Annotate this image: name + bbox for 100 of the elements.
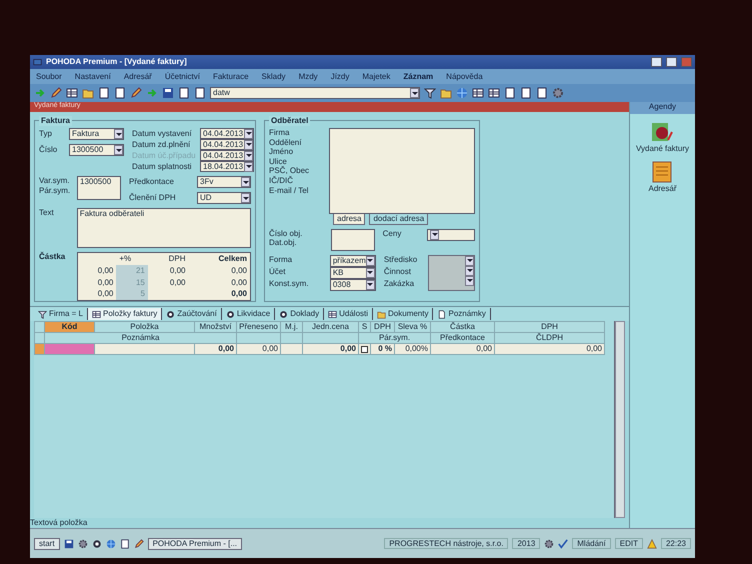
dropdown-button[interactable] [465,276,474,286]
sidebar-item[interactable]: Adresář [648,160,676,194]
gear-icon[interactable] [552,87,564,99]
task-button[interactable]: POHODA Premium - [... [148,538,242,550]
document-icon[interactable] [504,87,516,99]
date-field[interactable]: 04.04.2013 [200,128,254,139]
circle-icon [226,310,235,318]
document-icon[interactable] [536,87,548,99]
dropdown-button[interactable] [430,230,439,240]
accounting-combo[interactable]: 3Fv [197,176,251,188]
circle-icon[interactable] [92,538,102,548]
menu-item[interactable]: Majetek [362,72,390,82]
dropdown-button[interactable] [465,266,474,276]
check-icon [558,538,568,548]
dropdown-button[interactable] [366,268,375,278]
cost-field[interactable] [428,254,475,291]
dropdown-button[interactable] [410,88,419,98]
detail-tab[interactable]: Doklady [275,308,324,320]
maximize-button[interactable] [666,57,677,67]
pencil-icon[interactable] [134,538,144,548]
table-icon[interactable] [472,87,484,99]
status-hint: Textová položka [30,518,88,528]
date-field[interactable]: 04.04.2013 [200,139,254,150]
column-header: Poznámka [44,332,236,344]
menu-item[interactable]: Fakturace [212,72,249,82]
folder-icon[interactable] [82,87,94,99]
dropdown-button[interactable] [366,256,375,266]
menu-item[interactable]: Záznam [403,72,434,82]
document-icon[interactable] [120,538,130,548]
grand-total: 0,00 [188,288,250,300]
globe-icon[interactable] [106,538,116,548]
field-label: E-mail / Tel [269,186,310,196]
year-pane: 2013 [512,538,540,549]
menu-item[interactable]: Sklady [262,72,286,82]
menu-item[interactable]: Soubor [36,72,62,82]
column-header: Celkem [188,252,250,264]
text-field[interactable]: Faktura odběrateli [76,208,251,248]
address-tab[interactable]: adresa [333,214,366,225]
field-label: Středisko [384,254,418,266]
checkbox[interactable] [361,346,368,353]
field-label: Dat.obj. [269,238,298,248]
column-header: +% [116,252,148,264]
filter-icon[interactable] [424,87,436,99]
menu-item[interactable]: Mzdy [298,72,318,82]
detail-tab[interactable]: Poznámky [433,308,491,320]
sidebar-item[interactable]: Vydané faktury [636,120,690,154]
payment-combo[interactable]: 0308 [330,278,376,291]
document-icon[interactable] [98,87,110,99]
field-label: Členění DPH [129,193,177,203]
menu-item[interactable]: Účetnictví [164,72,200,82]
amount-cell: 0,00 [77,276,116,288]
filter-combo[interactable]: datw [210,87,420,99]
field-label: Forma [269,254,294,266]
column-header: Množství [194,322,236,332]
table-icon[interactable] [488,87,500,99]
type-combo[interactable]: Faktura [69,128,124,140]
detail-tab[interactable]: Položky faktury [88,308,162,320]
document-icon[interactable] [520,87,532,99]
payment-combo[interactable]: příkazem [330,254,376,267]
menu-item[interactable]: Nastavení [74,72,111,82]
column-header: ČLDPH [494,332,605,344]
table-icon [92,310,102,318]
address-field[interactable] [329,128,475,214]
field-label: Datum zd.plnění [132,140,192,150]
field-label: IČ/DIČ [269,176,294,186]
start-button[interactable]: start [34,538,60,550]
number-field[interactable]: 1300500 [69,144,124,156]
amount-cell: 0,00 [148,276,188,288]
field-label: Číslo obj. [269,228,304,238]
menu-item[interactable]: Nápověda [446,72,483,82]
pencil-icon[interactable] [130,87,142,99]
dropdown-button[interactable] [465,256,474,266]
detail-tab[interactable]: Likvidace [222,308,276,320]
field-label: Jméno [269,147,294,157]
date-field[interactable]: 18.04.2013 [200,161,254,172]
pencil-icon[interactable] [50,87,62,99]
table-icon[interactable] [66,87,78,99]
document-icon[interactable] [178,87,190,99]
order-field[interactable] [330,228,375,251]
address-tab[interactable]: dodací adresa [369,214,428,225]
detail-tab[interactable]: Dokumenty [373,308,434,320]
scrollbar[interactable] [615,321,625,518]
payment-combo[interactable]: KB [330,266,376,279]
dropdown-button[interactable] [366,280,375,290]
document-icon[interactable] [194,87,206,99]
gear-icon [544,538,554,548]
company-pane: PROGRESTECH nástroje, s.r.o. [384,538,508,549]
menu-item[interactable]: Adresář [124,72,152,82]
document-icon[interactable] [114,87,126,99]
menu-item[interactable]: Jízdy [330,72,350,82]
minimize-button[interactable] [651,57,662,67]
detail-tab[interactable]: Události [324,308,374,320]
field-label: Ceny [382,228,402,238]
prices-combo[interactable] [427,228,475,241]
accounting-combo[interactable]: UD [197,192,251,204]
folder-icon[interactable] [440,87,452,99]
detail-tab[interactable]: Zaúčtování [162,308,222,320]
gear-icon[interactable] [78,538,88,548]
globe-icon[interactable] [456,87,468,99]
symbol-field[interactable]: 1300500 [77,176,121,200]
